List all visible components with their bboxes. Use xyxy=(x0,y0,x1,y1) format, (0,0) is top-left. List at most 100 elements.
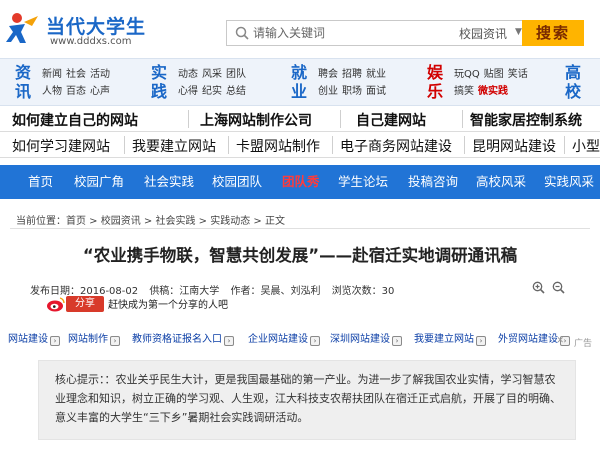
search-button[interactable]: 搜索 xyxy=(522,20,584,46)
category-link[interactable]: 笑话 xyxy=(508,69,528,80)
main-nav: 首页 校园广角 社会实践 校园团队 团队秀 学生论坛 投稿咨询 高校风采 实践风… xyxy=(0,165,600,199)
ad-link[interactable]: 我要建立网站 › xyxy=(414,330,486,346)
category-link[interactable]: 心得 xyxy=(178,86,198,97)
close-icon[interactable]: ✕ xyxy=(556,336,564,346)
category-link[interactable]: 心声 xyxy=(90,86,110,97)
divider xyxy=(564,136,565,154)
category-link[interactable]: 搞笑 xyxy=(454,86,474,97)
category-link-highlight[interactable]: 微实践 xyxy=(478,86,508,97)
sponsored-link[interactable]: 自己建网站 xyxy=(356,110,426,130)
zoom-out-icon[interactable] xyxy=(552,281,565,294)
category-link[interactable]: 创业 xyxy=(318,86,338,97)
ad-link[interactable]: 企业网站建设 › xyxy=(248,330,320,346)
arrow-icon: › xyxy=(310,336,320,346)
search-icon xyxy=(235,26,249,40)
arrow-icon: › xyxy=(50,336,60,346)
logo-name: 当代大学生 xyxy=(46,16,147,38)
sponsored-links-row-2: 如何学习建网站 我要建立网站 卡盟网站制作 电子商务网站建设 昆明网站建设 小型 xyxy=(0,132,600,158)
sponsored-link[interactable]: 智能家居控制系统 xyxy=(470,110,582,130)
category-link[interactable]: 纪实 xyxy=(202,86,222,97)
category-link[interactable]: 面试 xyxy=(366,86,386,97)
nav-item-submit[interactable]: 投稿咨询 xyxy=(408,165,458,199)
sponsored-link[interactable]: 如何学习建网站 xyxy=(12,136,110,156)
divider xyxy=(228,136,229,154)
category-link[interactable]: 就业 xyxy=(366,69,386,80)
logo-domain: www.dddxs.com xyxy=(50,36,132,47)
arrow-icon: › xyxy=(476,336,486,346)
arrow-icon: › xyxy=(224,336,234,346)
arrow-icon: › xyxy=(392,336,402,346)
ad-link[interactable]: 深圳网站建设 › xyxy=(330,330,402,346)
category-links: 新闻 社会 活动 人物 百态 心声 xyxy=(42,66,114,100)
category-link[interactable]: 总结 xyxy=(226,86,246,97)
zoom-in-icon[interactable] xyxy=(532,281,545,294)
sponsored-link[interactable]: 昆明网站建设 xyxy=(472,136,556,156)
nav-item-campus[interactable]: 校园广角 xyxy=(74,165,124,199)
divider xyxy=(188,110,189,128)
sponsored-link[interactable]: 电子商务网站建设 xyxy=(340,136,452,156)
sponsored-link[interactable]: 卡盟网站制作 xyxy=(236,136,320,156)
ad-link[interactable]: 网站制作 › xyxy=(68,330,120,346)
category-links: 动态 风采 团队 心得 纪实 总结 xyxy=(178,66,250,100)
logo-figure-icon xyxy=(6,13,38,43)
nav-item-teams[interactable]: 校园团队 xyxy=(212,165,262,199)
divider xyxy=(332,136,333,154)
category-link[interactable]: 社会 xyxy=(66,69,86,80)
nav-item-team-show[interactable]: 团队秀 xyxy=(282,165,320,199)
site-logo[interactable]: 当代大学生 www.dddxs.com xyxy=(6,10,156,50)
share-note: 赶快成为第一个分享的人吧 xyxy=(108,300,228,311)
category-link[interactable]: 百态 xyxy=(66,86,86,97)
divider xyxy=(340,110,341,128)
article-views: 浏览次数：30 xyxy=(331,286,395,297)
category-link[interactable]: 聘会 xyxy=(318,69,338,80)
summary-text: 核心提示：：农业关乎民生大计，更是我国最基础的第一产业。为进一步了解我国农业实情… xyxy=(55,373,561,424)
category-band: 资讯 新闻 社会 活动 人物 百态 心声 实践 动态 风采 团队 心得 纪实 总结 就业 聘会招… xyxy=(0,58,600,106)
divider xyxy=(464,136,465,154)
search-input[interactable] xyxy=(253,24,443,42)
ad-link[interactable]: 教师资格证报名入口 › xyxy=(132,330,234,346)
weibo-icon[interactable] xyxy=(46,295,66,313)
category-links: 玩QQ 贴图 笑话 搞笑 微实践 xyxy=(454,66,532,100)
category-link[interactable]: 风采 xyxy=(202,69,222,80)
category-link[interactable]: 职场 xyxy=(342,86,362,97)
category-link[interactable]: 动态 xyxy=(178,69,198,80)
site-header: 当代大学生 www.dddxs.com 校园资讯 ▼ 搜索 xyxy=(0,0,600,58)
category-title[interactable]: 实践 xyxy=(146,63,172,103)
category-link[interactable]: 团队 xyxy=(226,69,246,80)
category-title[interactable]: 就业 xyxy=(286,63,312,103)
nav-item-colleges[interactable]: 高校风采 xyxy=(476,165,526,199)
sponsored-link[interactable]: 如何建立自己的网站 xyxy=(12,110,138,130)
sponsored-link[interactable]: 小型 xyxy=(572,136,600,156)
category-link[interactable]: 活动 xyxy=(90,69,110,80)
divider xyxy=(124,136,125,154)
category-links: 聘会 招聘 就业 创业 职场 面试 xyxy=(318,66,390,100)
share-button[interactable]: 分享 xyxy=(66,296,104,312)
sponsored-links-row-1: 如何建立自己的网站 上海网站制作公司 自己建网站 智能家居控制系统 xyxy=(0,106,600,132)
share-widget: 分享 xyxy=(46,295,106,313)
nav-item-practice-style[interactable]: 实践风采 xyxy=(544,165,594,199)
nav-item-home[interactable]: 首页 xyxy=(28,165,53,199)
category-title[interactable]: 资讯 xyxy=(10,63,36,103)
category-link[interactable]: 招聘 xyxy=(342,69,362,80)
article-title: “农业携手物联，智慧共创发展”——赴宿迁实地调研通讯稿 xyxy=(82,246,518,265)
sponsored-link[interactable]: 我要建立网站 xyxy=(132,136,216,156)
category-title[interactable]: 娱乐 xyxy=(422,63,448,103)
category-title[interactable]: 高校 xyxy=(560,63,586,103)
nav-item-practice[interactable]: 社会实践 xyxy=(144,165,194,199)
article-summary: 核心提示：：农业关乎民生大计，更是我国最基础的第一产业。为进一步了解我国农业实情… xyxy=(38,360,576,440)
article-author: 作者：吴晨、刘泓利 xyxy=(230,286,321,297)
search-category-select[interactable]: 校园资讯 xyxy=(459,25,507,42)
breadcrumb[interactable]: 当前位置：首页 > 校园资讯 > 社会实践 > 实践动态 > 正文 xyxy=(16,212,285,227)
category-link[interactable]: 新闻 xyxy=(42,69,62,80)
category-link[interactable]: 贴图 xyxy=(484,69,504,80)
ad-link[interactable]: 网站建设 › xyxy=(8,330,60,346)
nav-item-forum[interactable]: 学生论坛 xyxy=(338,165,388,199)
ad-links: 网站建设 › 网站制作 › 教师资格证报名入口 › 企业网站建设 › 深圳网站建设 › 我… xyxy=(0,330,600,346)
divider xyxy=(462,110,463,128)
sponsored-link[interactable]: 上海网站制作公司 xyxy=(200,110,312,130)
category-link[interactable]: 人物 xyxy=(42,86,62,97)
divider xyxy=(10,228,590,229)
category-link[interactable]: 玩QQ xyxy=(454,69,480,80)
chevron-down-icon[interactable]: ▼ xyxy=(515,27,522,37)
ad-label: 广告 xyxy=(573,339,592,349)
